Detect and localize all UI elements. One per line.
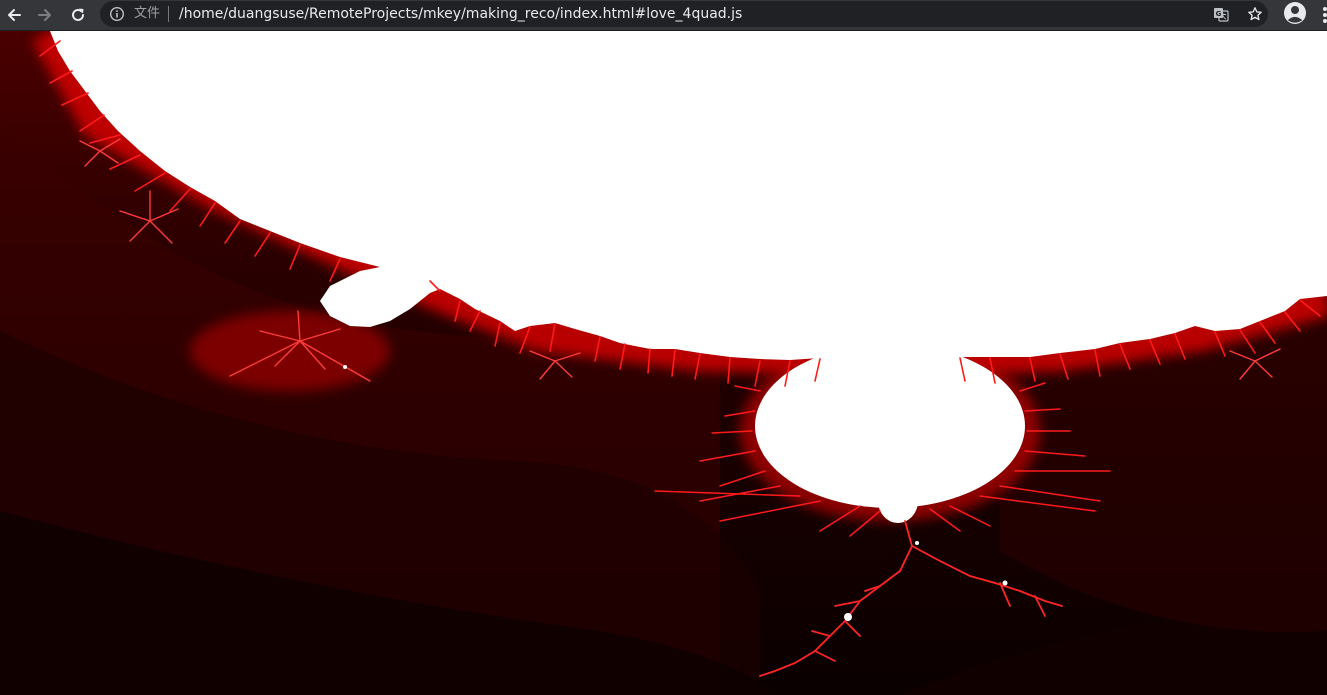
hotspot — [844, 613, 852, 621]
info-circle-icon — [109, 6, 125, 22]
bulb-neck — [878, 479, 918, 523]
hotspot — [1002, 580, 1008, 586]
star-icon — [1248, 7, 1262, 21]
bookmark-button[interactable] — [1245, 4, 1265, 24]
omnibox-divider — [168, 6, 169, 22]
svg-text:G: G — [1216, 10, 1222, 18]
back-button[interactable] — [2, 3, 26, 27]
hotspot — [343, 365, 347, 369]
profile-button[interactable] — [1283, 1, 1307, 25]
reload-button[interactable] — [66, 3, 90, 27]
page-viewport — [0, 31, 1327, 695]
more-vert-icon — [1323, 7, 1327, 23]
forward-button[interactable] — [33, 3, 57, 27]
translate-icon: G — [1214, 8, 1229, 22]
url-text[interactable]: /home/duangsuse/RemoteProjects/mkey/maki… — [179, 5, 742, 23]
site-security-label: 文件 — [134, 6, 161, 21]
address-bar[interactable]: 文件 /home/duangsuse/RemoteProjects/mkey/m… — [100, 1, 1268, 27]
hotspot — [915, 541, 919, 545]
account-circle-icon — [1284, 2, 1306, 24]
reload-icon — [72, 8, 84, 21]
site-info-button[interactable] — [109, 5, 125, 23]
browser-toolbar: 文件 /home/duangsuse/RemoteProjects/mkey/m… — [0, 0, 1327, 31]
arrow-right-icon — [38, 9, 51, 21]
translate-button[interactable]: G — [1211, 4, 1231, 24]
arrow-left-icon — [8, 9, 21, 21]
menu-button[interactable] — [1321, 5, 1327, 25]
fractal-canvas[interactable] — [0, 31, 1327, 695]
